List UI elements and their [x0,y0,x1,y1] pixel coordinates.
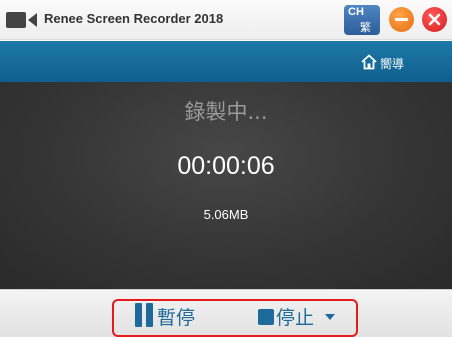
elapsed-timer: 00:00:06 [177,152,275,180]
nav-bar: 嚮導 [0,41,452,82]
minimize-button[interactable] [389,7,414,32]
language-button[interactable]: CH 繁 [344,5,380,35]
recording-panel: 錄製中... 00:00:06 5.06MB [0,82,452,289]
title-bar: Renee Screen Recorder 2018 CH 繁 [0,0,452,40]
file-size: 5.06MB [203,207,249,222]
stop-icon [258,309,274,325]
recording-status: 錄製中... [184,100,268,124]
close-button[interactable] [422,7,447,32]
video-camera-icon [6,12,37,28]
caret-down-icon[interactable] [325,314,335,320]
control-bar [0,289,452,337]
language-code: CH [348,6,364,18]
home-icon [361,54,377,70]
wizard-label: 嚮導 [380,57,405,71]
stop-label: 停止 [276,307,315,329]
app-title: Renee Screen Recorder 2018 [44,11,224,26]
pause-label: 暫停 [157,307,196,329]
language-char: 繁 [360,22,371,34]
close-icon [428,13,441,26]
pause-icon [135,303,142,327]
